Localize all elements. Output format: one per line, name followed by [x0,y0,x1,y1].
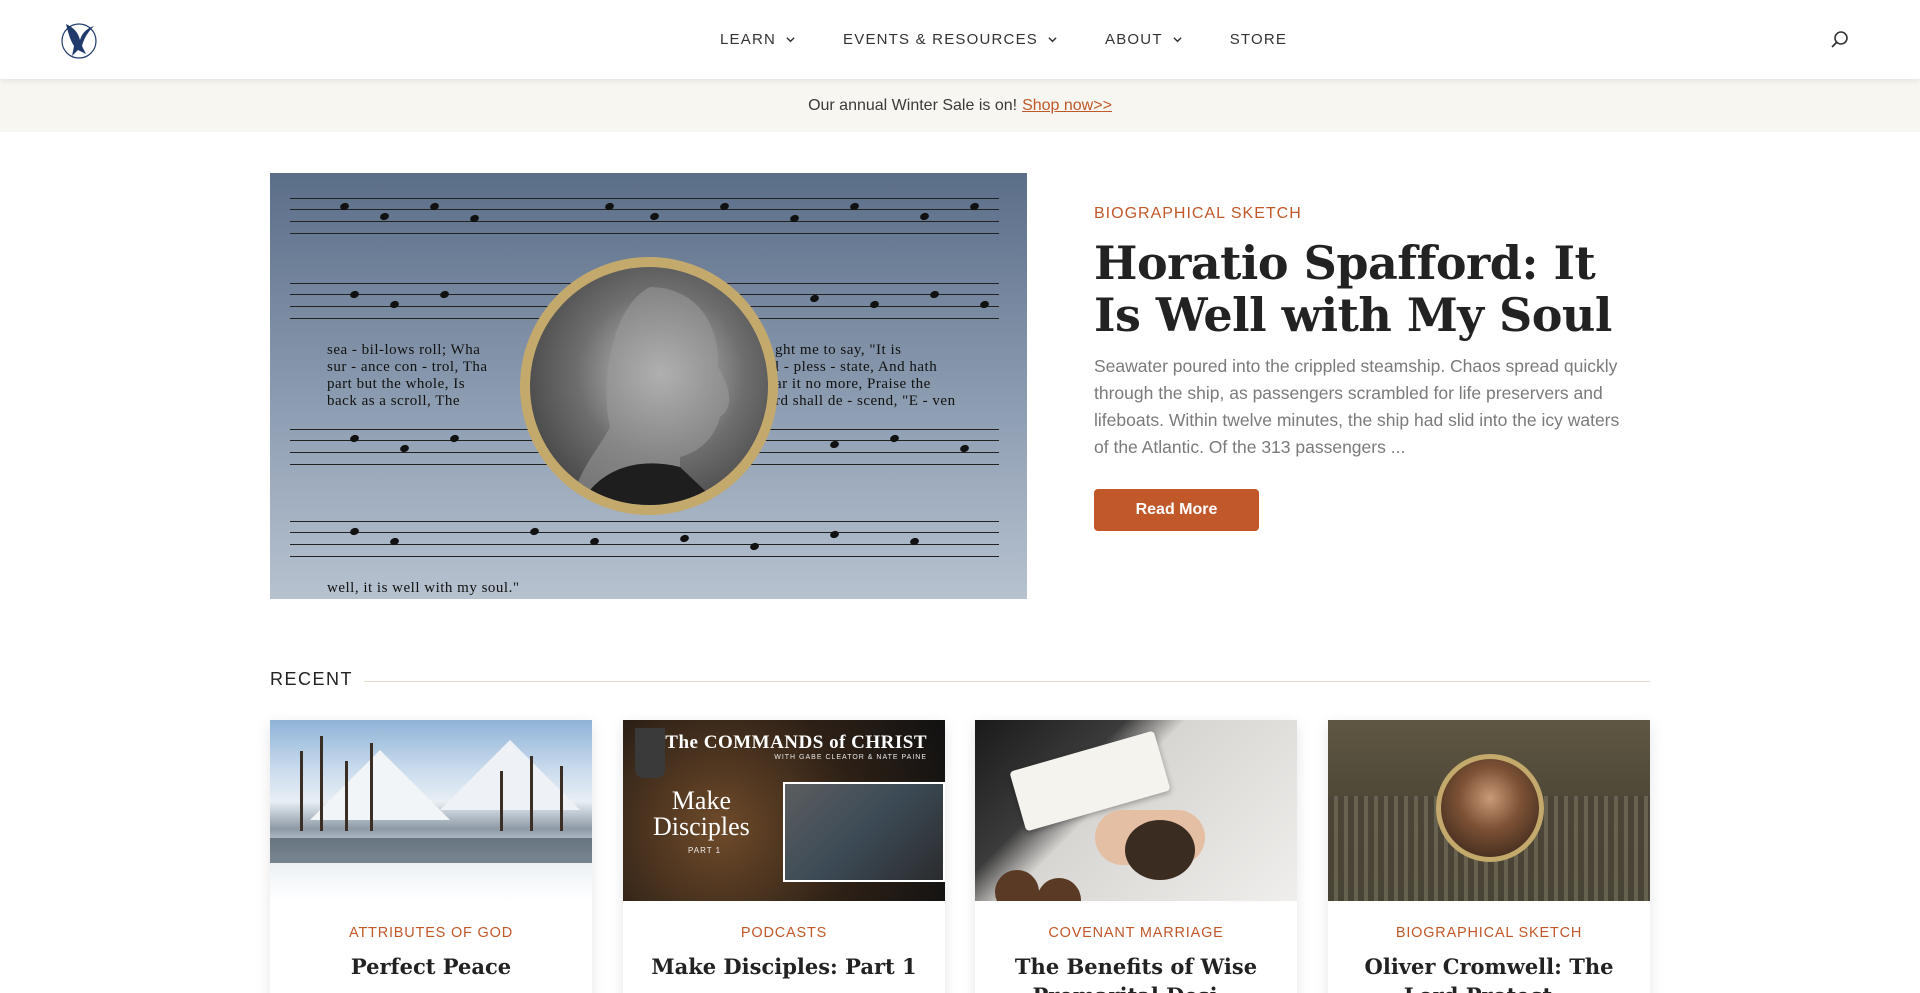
shop-now-link[interactable]: Shop now>> [1022,97,1112,115]
nav-store-label: STORE [1229,31,1288,48]
nav-learn-label: LEARN [720,31,777,48]
nav-learn[interactable]: LEARN [720,31,795,48]
post-card[interactable]: BIOGRAPHICAL SKETCH Oliver Cromwell: The… [1328,720,1650,993]
search-icon[interactable] [1830,30,1850,50]
card-category[interactable]: ATTRIBUTES OF GOD [270,925,592,941]
post-card[interactable]: The COMMANDS of CHRIST WITH GABE CLEATOR… [623,720,945,993]
podcast-episode-title: Make Disciples [653,788,750,840]
read-more-button[interactable]: Read More [1094,489,1259,531]
card-category[interactable]: PODCASTS [623,925,945,941]
feature-title[interactable]: Horatio Spafford: It Is Well with My Sou… [1094,237,1634,341]
card-title[interactable]: Perfect Peace [270,952,592,981]
nav-store[interactable]: STORE [1230,31,1287,48]
podcast-part: PART 1 [688,846,722,855]
card-image-snow[interactable] [270,720,592,901]
card-category[interactable]: COVENANT MARRIAGE [975,925,1297,941]
card-title[interactable]: The Benefits of Wise Premarital Desi... [975,952,1297,993]
eagle-logo[interactable] [60,18,98,60]
lyric-line: rd shall de - scend, "E - ven [775,393,956,409]
nav-about[interactable]: ABOUT [1105,31,1182,48]
card-image-cromwell[interactable] [1328,720,1650,901]
recent-heading: RECENT [270,669,354,689]
podcast-episode-line: Disciples [653,812,750,841]
chevron-down-icon [1048,37,1057,43]
card-image-podcast[interactable]: The COMMANDS of CHRIST WITH GABE CLEATOR… [623,720,945,901]
lyric-line: sur - ance con - trol, Tha [327,359,488,375]
promo-text: Our annual Winter Sale is on! [808,96,1018,114]
lyric-line: well, it is well with my soul." [327,580,520,596]
card-category[interactable]: BIOGRAPHICAL SKETCH [1328,925,1650,941]
section-divider [364,681,1650,682]
chevron-down-icon [1173,37,1182,43]
card-title[interactable]: Make Disciples: Part 1 [623,952,945,981]
cross-icon [635,728,665,778]
feature-text: BIOGRAPHICAL SKETCH Horatio Spafford: It… [1094,205,1634,531]
portrait-frame [520,257,778,515]
podcast-brand: The COMMANDS of CHRIST [665,732,927,753]
portrait-frame [1436,754,1544,862]
card-title[interactable]: Oliver Cromwell: The Lord Protect... [1328,952,1650,993]
portrait-image [1441,759,1539,857]
main-nav: LEARN EVENTS & RESOURCES ABOUT STORE [720,0,1335,79]
podcast-hosts: WITH GABE CLEATOR & NATE PAINE [774,754,927,761]
podcast-episode-line: Make [671,786,731,815]
lyric-line: part but the whole, Is [327,376,466,392]
lyric-line: back as a scroll, The [327,393,461,409]
card-image-coffee[interactable] [975,720,1297,901]
feature-image[interactable]: sea - bil-lows roll; Wha sur - ance con … [270,173,1027,599]
lyric-line: ght me to say, "It is [775,342,902,358]
portrait-image [530,267,768,505]
chevron-down-icon [786,37,795,43]
feature-category[interactable]: BIOGRAPHICAL SKETCH [1094,205,1634,223]
lyric-line: ar it no more, Praise the [775,376,931,392]
post-card[interactable]: COVENANT MARRIAGE The Benefits of Wise P… [975,720,1297,993]
lyric-line: l - pless - state, And hath [775,359,938,375]
nav-events-label: EVENTS & RESOURCES [843,31,1039,48]
promo-banner: Our annual Winter Sale is on! Shop now>> [0,79,1920,132]
site-header: LEARN EVENTS & RESOURCES ABOUT STORE [0,0,1920,79]
post-card[interactable]: ATTRIBUTES OF GOD Perfect Peace [270,720,592,993]
nav-about-label: ABOUT [1105,31,1163,48]
nav-events-resources[interactable]: EVENTS & RESOURCES [843,31,1057,48]
lyric-line: sea - bil-lows roll; Wha [327,342,481,358]
music-staff [290,198,999,234]
feature-excerpt: Seawater poured into the crippled steams… [1094,356,1620,457]
podcast-video-inset [783,782,945,882]
